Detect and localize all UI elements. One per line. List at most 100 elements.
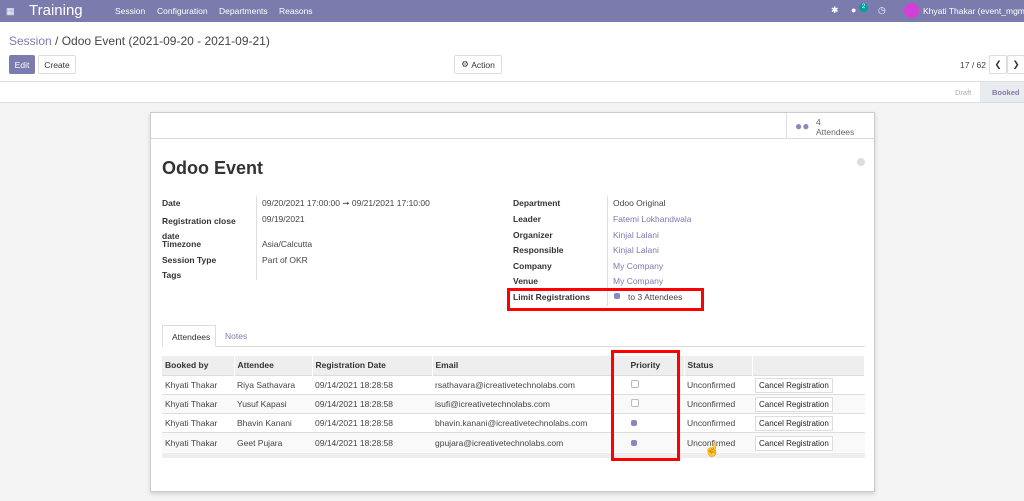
label-organizer: Organizer (513, 230, 553, 240)
statusbar: Draft Booked (0, 82, 1024, 103)
cancel-registration-button[interactable]: Cancel Registration (755, 396, 833, 412)
activity-dot-icon (857, 158, 865, 166)
stage-draft[interactable]: Draft (955, 88, 971, 97)
col-booked-by[interactable]: Booked by (162, 356, 235, 375)
cell-booked-by: Khyati Thakar (162, 413, 234, 433)
cell-booked-by: Khyati Thakar (162, 374, 234, 395)
value-department: Odoo Original (613, 198, 666, 208)
user-menu[interactable]: Khyati Thakar (event_mgmt (923, 6, 1024, 16)
menu-reasons[interactable]: Reasons (279, 6, 313, 16)
cell-status: Unconfirmed (684, 374, 752, 395)
edit-button[interactable]: Edit (9, 55, 35, 74)
pager-next-button[interactable]: ❯ (1007, 55, 1024, 74)
cancel-registration-button[interactable]: Cancel Registration (755, 416, 833, 432)
label-responsible: Responsible (513, 245, 564, 255)
cell-actions: Cancel Registration (752, 374, 865, 395)
stage-booked[interactable]: Booked (980, 82, 1024, 102)
cell-actions: Cancel Registration (752, 393, 865, 414)
activity-clock-icon[interactable]: ◷ (878, 5, 886, 16)
value-leader[interactable]: Fatemi Lokhandwala (613, 214, 691, 224)
menu-session[interactable]: Session (115, 6, 145, 16)
cell-email: gpujara@icreativetechnolabs.com (432, 432, 612, 453)
value-date: 09/20/2021 17:00:00 ➞ 09/21/2021 17:10:0… (262, 198, 430, 208)
left-divider (256, 196, 257, 280)
cell-email: rsathavara@icreativetechnolabs.com (432, 374, 612, 395)
highlight-box-limit (507, 288, 704, 311)
breadcrumb: Session / Odoo Event (2021-09-20 - 2021-… (9, 34, 270, 48)
cell-attendee: Geet Pujara (234, 432, 312, 453)
col-actions (752, 356, 865, 375)
cell-attendee: Riya Sathavara (234, 374, 312, 395)
cell-registration-date: 09/14/2021 18:28:58 (312, 393, 432, 414)
breadcrumb-current: Odoo Event (2021-09-20 - 2021-09-21) (61, 34, 270, 48)
value-organizer[interactable]: Kinjal Lalani (613, 230, 659, 240)
label-department: Department (513, 198, 561, 208)
label-timezone: Timezone (162, 239, 202, 249)
create-button[interactable]: Create (38, 55, 76, 74)
attendees-smart-button[interactable]: ●● 4 Attendees (786, 113, 874, 139)
col-attendee[interactable]: Attendee (234, 356, 313, 375)
table-footer (162, 453, 865, 458)
page-title: Odoo Event (162, 158, 264, 178)
cell-registration-date: 09/14/2021 18:28:58 (312, 413, 432, 433)
app-title[interactable]: Training (29, 2, 83, 19)
action-label: Action (471, 59, 495, 70)
action-button[interactable]: ⚙ Action (454, 55, 502, 74)
menu-departments[interactable]: Departments (219, 6, 268, 16)
apps-menu-icon[interactable]: ▦ (6, 6, 15, 17)
mouse-pointer-hand-icon: ☝ (704, 442, 721, 457)
tab-attendees[interactable]: Attendees (162, 325, 216, 347)
cell-email: bhavin.kanani@icreativetechnolabs.com (432, 413, 612, 433)
label-session-type: Session Type (162, 255, 217, 265)
cell-registration-date: 09/14/2021 18:28:58 (312, 432, 432, 453)
value-venue[interactable]: My Company (613, 276, 663, 286)
menu-configuration[interactable]: Configuration (157, 6, 208, 16)
date-start: 09/20/2021 17:00:00 (262, 198, 340, 208)
attendees-table: Booked by Attendee Registration Date Ema… (162, 356, 865, 453)
value-registration-close: 09/19/2021 (262, 214, 305, 224)
chat-icon[interactable]: ● (851, 5, 856, 15)
attendees-count: 4 (816, 117, 821, 127)
pager-value[interactable]: 17 / 62 (960, 60, 986, 70)
cancel-registration-button[interactable]: Cancel Registration (755, 377, 833, 393)
debug-bug-icon[interactable]: ✱ (831, 5, 839, 16)
table-row[interactable]: Khyati Thakar Geet Pujara 09/14/2021 18:… (162, 432, 865, 453)
cell-status: Unconfirmed (684, 413, 752, 433)
cell-attendee: Yusuf Kapasi (234, 393, 312, 414)
highlight-box-priority (611, 350, 680, 461)
attendees-label: Attendees (816, 127, 855, 137)
cell-email: isufi@icreativetechnolabs.com (432, 393, 612, 414)
value-session-type: Part of OKR (262, 255, 308, 265)
col-status[interactable]: Status (684, 356, 753, 375)
breadcrumb-session[interactable]: Session (9, 34, 52, 48)
cell-attendee: Bhavin Kanani (234, 413, 312, 433)
gear-icon: ⚙ (461, 59, 469, 69)
date-end: 09/21/2021 17:10:00 (351, 198, 430, 208)
value-timezone: Asia/Calcutta (262, 239, 313, 249)
value-responsible[interactable]: Kinjal Lalani (613, 245, 659, 255)
col-registration-date[interactable]: Registration Date (312, 356, 433, 375)
cell-status: Unconfirmed (684, 393, 752, 414)
cell-booked-by: Khyati Thakar (162, 393, 234, 414)
cell-actions: Cancel Registration (752, 432, 865, 453)
form-sheet: ●● 4 Attendees Odoo Event Date 09/20/202… (150, 112, 875, 492)
user-avatar[interactable] (904, 3, 919, 18)
label-tags: Tags (162, 270, 182, 280)
cell-registration-date: 09/14/2021 18:28:58 (312, 374, 432, 395)
pager-previous-button[interactable]: ❮ (989, 55, 1007, 74)
tab-notes[interactable]: Notes (225, 331, 247, 341)
value-company[interactable]: My Company (613, 261, 663, 271)
cell-actions: Cancel Registration (752, 413, 865, 433)
col-email[interactable]: Email (432, 356, 613, 375)
label-date: Date (162, 198, 181, 208)
chat-badge: 2 (859, 3, 868, 12)
table-row[interactable]: Khyati Thakar Yusuf Kapasi 09/14/2021 18… (162, 393, 865, 414)
navbar: ▦ Training Session Configuration Departm… (0, 0, 1024, 22)
tabs-border (162, 346, 865, 347)
cancel-registration-button[interactable]: Cancel Registration (755, 435, 833, 451)
table-row[interactable]: Khyati Thakar Bhavin Kanani 09/14/2021 1… (162, 413, 865, 433)
label-leader: Leader (513, 214, 541, 224)
cell-booked-by: Khyati Thakar (162, 432, 234, 453)
users-icon: ●● (795, 119, 810, 133)
table-row[interactable]: Khyati Thakar Riya Sathavara 09/14/2021 … (162, 374, 865, 395)
